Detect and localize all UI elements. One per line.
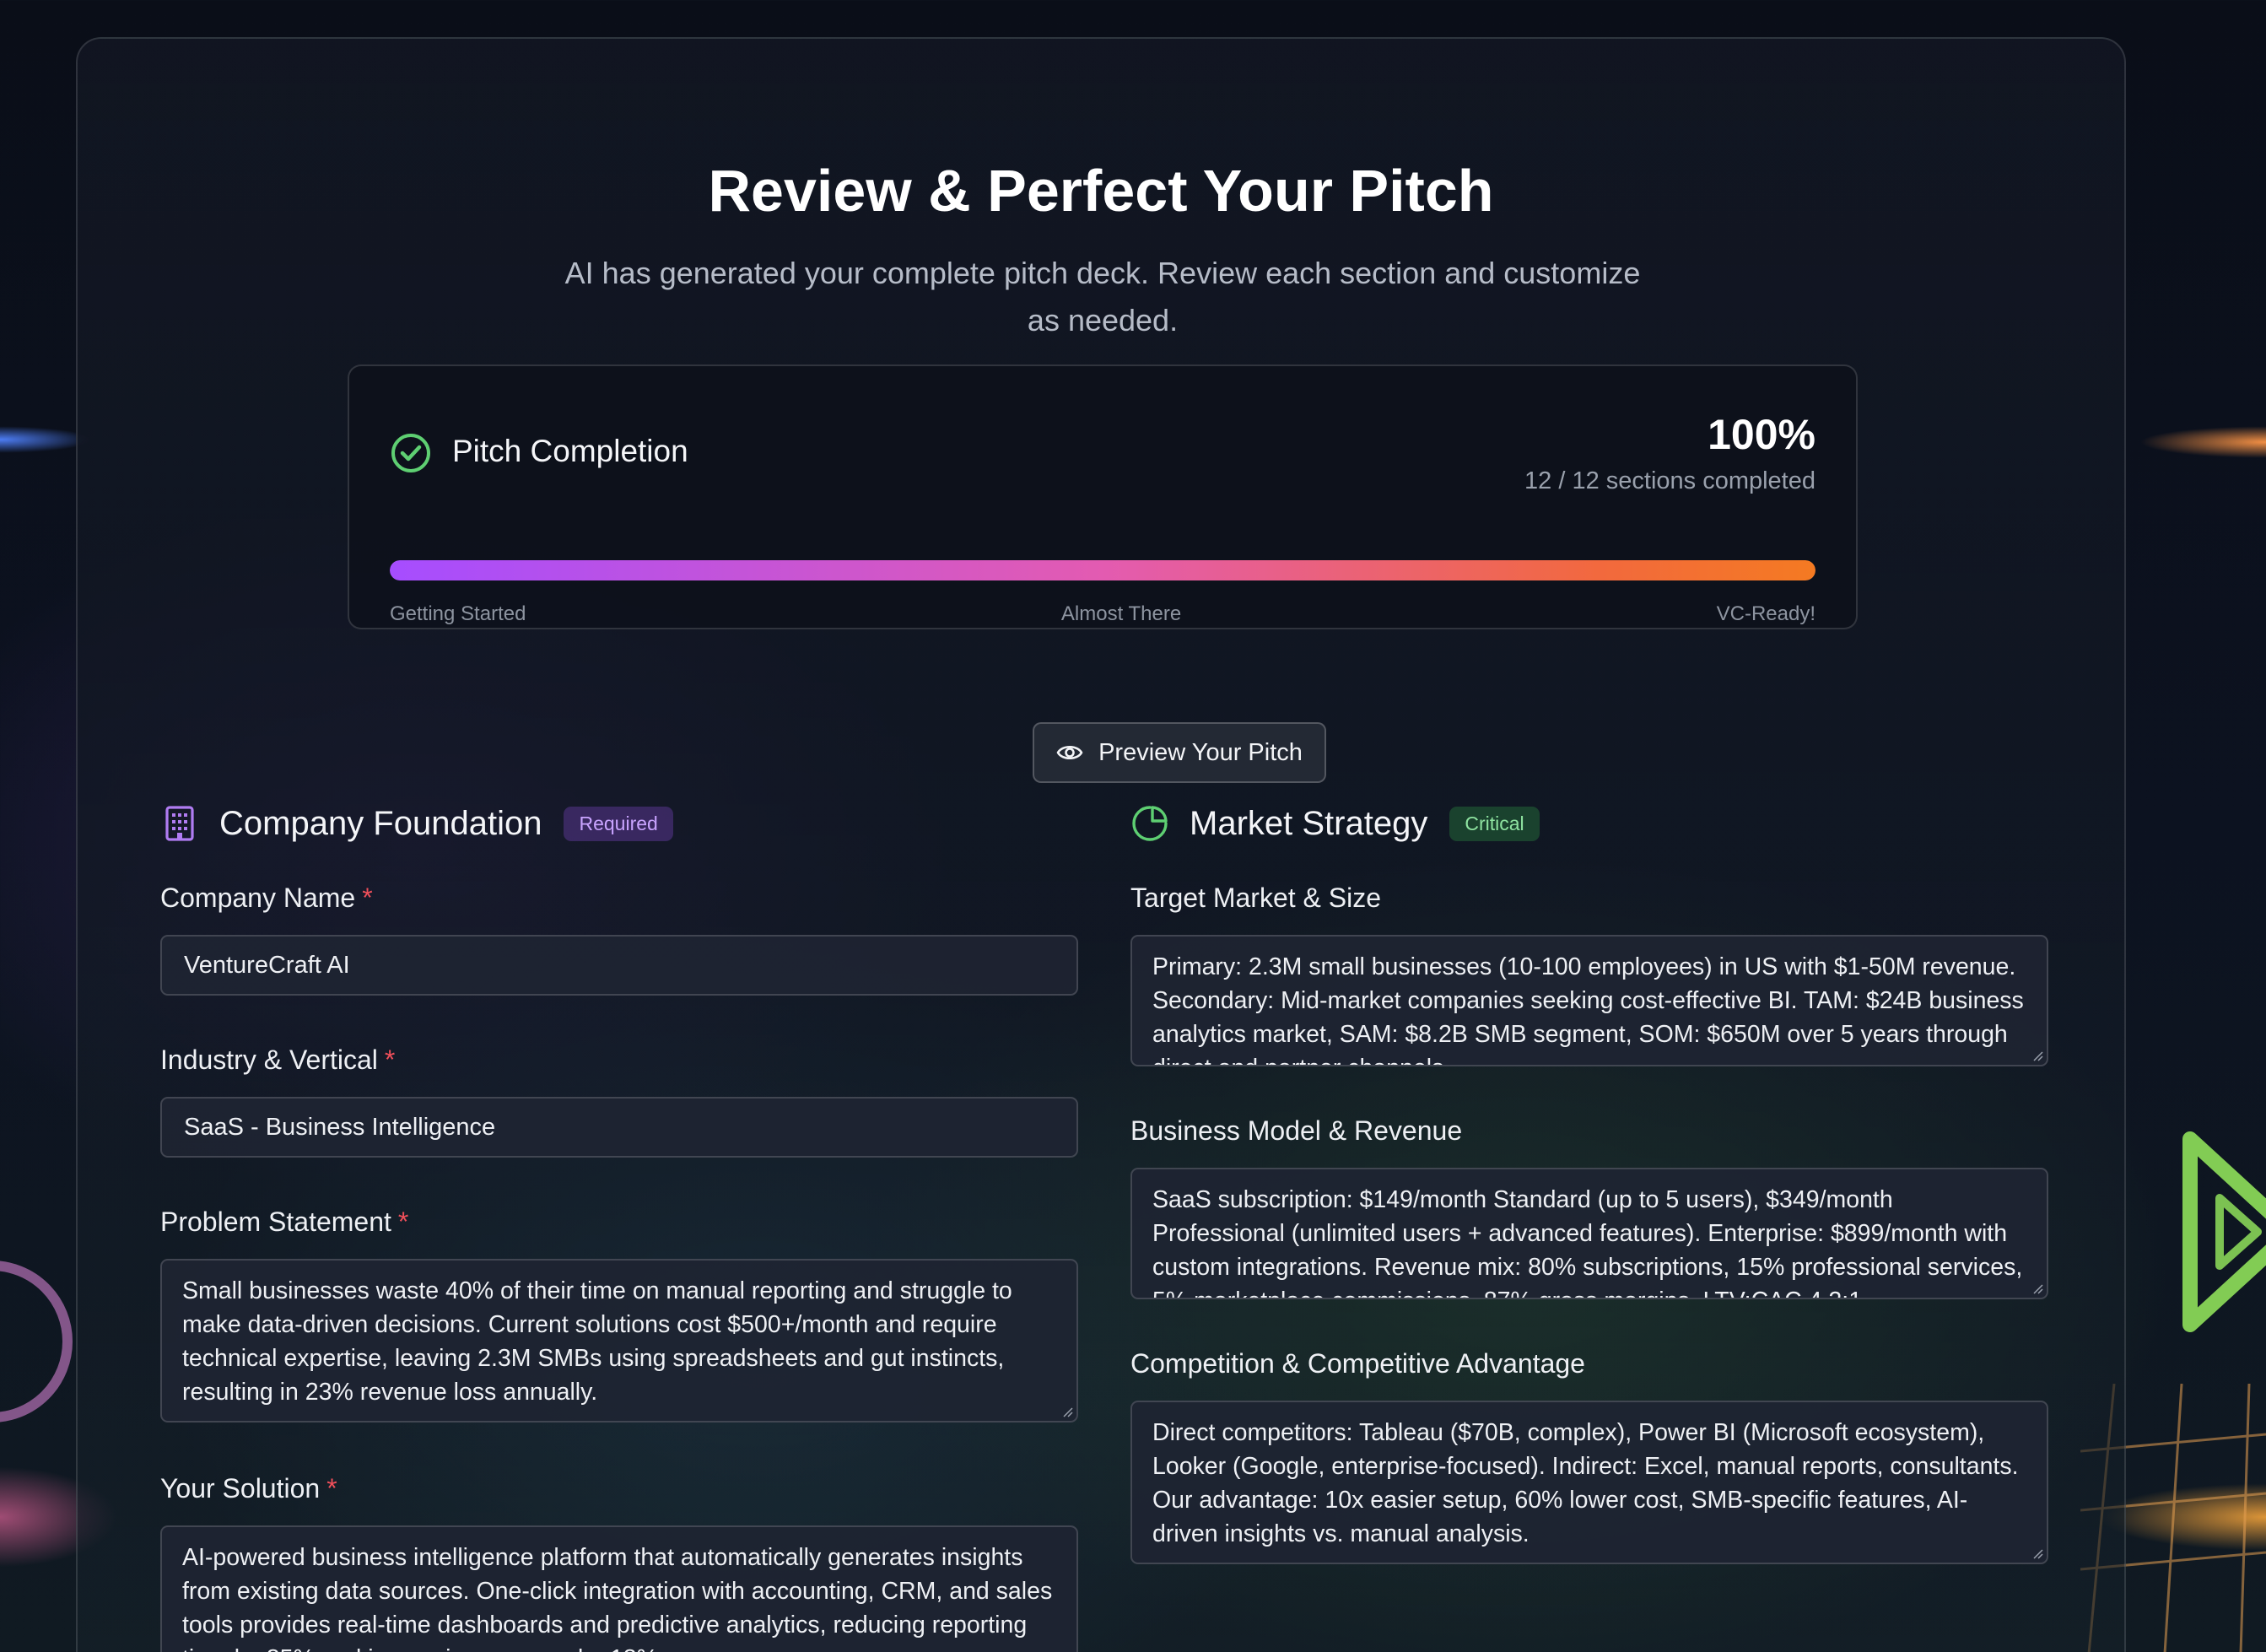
problem-statement-label: Problem Statement * (160, 1207, 409, 1237)
pitch-completion-label: Pitch Completion (452, 434, 688, 468)
resize-handle-icon[interactable] (2031, 1050, 2043, 1061)
problem-statement-text: Small businesses waste 40% of their time… (182, 1277, 1012, 1406)
step-getting-started: Getting Started (390, 602, 526, 625)
step-almost-there: Almost There (1060, 602, 1182, 625)
resize-handle-icon[interactable] (1061, 1406, 1073, 1417)
company-foundation-section: Company Foundation Required Company Name… (160, 800, 1078, 1652)
eye-icon (1056, 745, 1083, 760)
industry-input[interactable]: SaaS - Business Intelligence (160, 1097, 1078, 1158)
resize-handle-icon[interactable] (2031, 1547, 2043, 1559)
market-strategy-title: Market Strategy (1190, 804, 1428, 842)
your-solution-text: AI-powered business intelligence platfor… (182, 1544, 1053, 1652)
company-foundation-header: Company Foundation Required (160, 800, 1078, 847)
pie-chart-icon (1132, 806, 1168, 841)
company-foundation-title: Company Foundation (219, 804, 542, 842)
page-title: Review & Perfect Your Pitch (708, 158, 1494, 224)
pitch-completion-card: Pitch Completion 100% 12 / 12 sections c… (348, 364, 1858, 629)
neon-ring-icon (0, 1261, 73, 1423)
background-glow-right (2139, 426, 2266, 458)
step-vc-ready: VC-Ready! (1716, 602, 1815, 625)
industry-label: Industry & Vertical * (160, 1045, 396, 1075)
business-model-text: SaaS subscription: $149/month Standard (… (1152, 1186, 2023, 1298)
target-market-text: Primary: 2.3M small businesses (10-100 e… (1152, 953, 2024, 1065)
market-strategy-section: Market Strategy Critical Target Market &… (1130, 800, 2048, 1564)
progress-track (390, 560, 1815, 580)
company-name-input[interactable]: VentureCraft AI (160, 935, 1078, 996)
required-star: * (326, 1473, 337, 1504)
critical-badge: Critical (1449, 806, 1540, 841)
company-name-label: Company Name * (160, 883, 373, 913)
competition-text: Direct competitors: Tableau ($70B, compl… (1152, 1419, 2019, 1547)
sections-completed: 12 / 12 sections completed (1524, 467, 1815, 494)
progress-fill (390, 560, 1815, 580)
preview-pitch-button[interactable]: Preview Your Pitch (1033, 722, 1326, 783)
competition-label: Competition & Competitive Advantage (1130, 1348, 1585, 1379)
required-badge: Required (564, 806, 673, 841)
check-circle-icon (391, 434, 430, 472)
business-model-label: Business Model & Revenue (1130, 1115, 1463, 1146)
resize-handle-icon[interactable] (2031, 1282, 2043, 1294)
business-model-textarea[interactable]: SaaS subscription: $149/month Standard (… (1130, 1168, 2048, 1299)
main-panel: Review & Perfect Your Pitch AI has gener… (76, 37, 2126, 1652)
competition-textarea[interactable]: Direct competitors: Tableau ($70B, compl… (1130, 1401, 2048, 1564)
completion-percent: 100% (1708, 411, 1815, 458)
market-strategy-header: Market Strategy Critical (1130, 800, 2048, 847)
target-market-textarea[interactable]: Primary: 2.3M small businesses (10-100 e… (1130, 935, 2048, 1066)
your-solution-textarea[interactable]: AI-powered business intelligence platfor… (160, 1525, 1078, 1652)
required-star: * (397, 1207, 409, 1237)
required-star: * (384, 1045, 396, 1075)
your-solution-label: Your Solution * (160, 1473, 337, 1504)
progress-steps: Getting Started Almost There VC-Ready! (390, 602, 1815, 626)
page-subtitle: AI has generated your complete pitch dec… (564, 256, 1641, 337)
neon-play-icon (2182, 1131, 2266, 1332)
preview-pitch-label: Preview Your Pitch (1098, 738, 1303, 766)
required-star: * (362, 883, 373, 913)
building-icon (165, 806, 194, 841)
target-market-label: Target Market & Size (1130, 883, 1381, 913)
problem-statement-textarea[interactable]: Small businesses waste 40% of their time… (160, 1259, 1078, 1423)
